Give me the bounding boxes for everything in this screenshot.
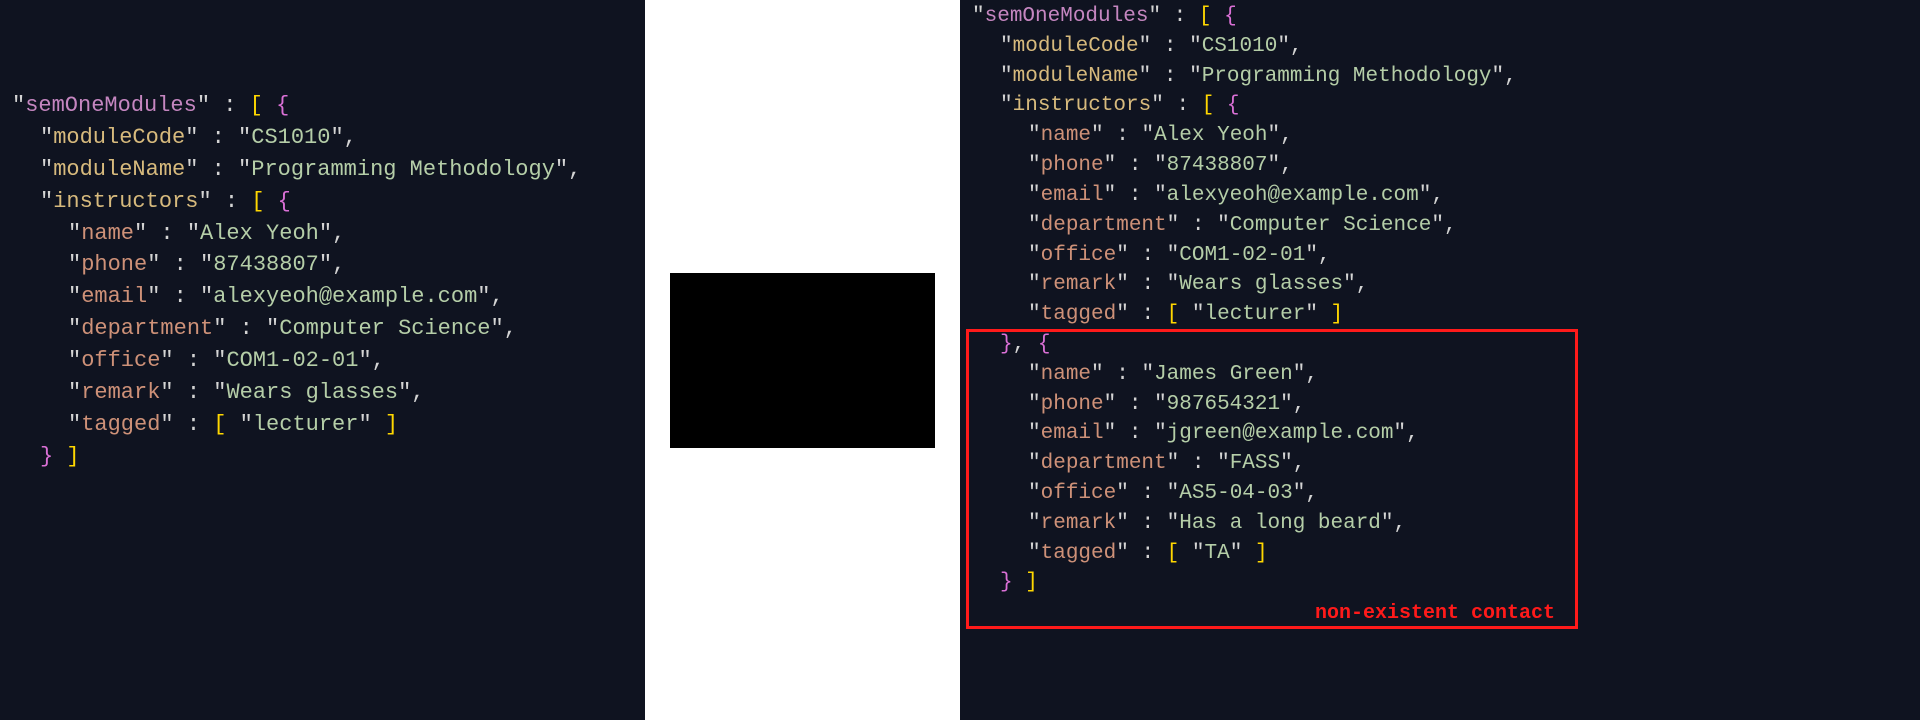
code-line: "email" : "jgreen@example.com", [972, 419, 1908, 449]
code-line: "name" : "Alex Yeoh", [12, 218, 633, 250]
code-line: "semOneModules" : [ { [972, 2, 1908, 32]
code-panel-left: "semOneModules" : [ { "moduleCode" : "CS… [0, 0, 645, 720]
code-line: "office" : "COM1-02-01", [12, 345, 633, 377]
code-line: "moduleName" : "Programming Methodology"… [12, 154, 633, 186]
center-gap [645, 0, 960, 720]
code-line: } ] [972, 568, 1908, 598]
code-line: } ] [12, 441, 633, 473]
code-line: "remark" : "Wears glasses", [12, 377, 633, 409]
key-semOneModules: semOneModules [985, 5, 1149, 28]
code-line: "phone" : "987654321", [972, 390, 1908, 420]
code-line: "office" : "AS5-04-03", [972, 479, 1908, 509]
code-line: "office" : "COM1-02-01", [972, 241, 1908, 271]
code-line: "name" : "James Green", [972, 360, 1908, 390]
key-semOneModules: semOneModules [25, 93, 197, 118]
code-line: "instructors" : [ { [972, 91, 1908, 121]
code-line: "phone" : "87438807", [972, 151, 1908, 181]
code-line: "phone" : "87438807", [12, 249, 633, 281]
code-line: "instructors" : [ { [12, 186, 633, 218]
code-line: "department" : "FASS", [972, 449, 1908, 479]
code-panel-right: "semOneModules" : [ { "moduleCode" : "CS… [960, 0, 1920, 720]
code-line: "tagged" : [ "lecturer" ] [12, 409, 633, 441]
code-line: "tagged" : [ "lecturer" ] [972, 300, 1908, 330]
code-line: "department" : "Computer Science", [972, 211, 1908, 241]
annotation-label: non-existent contact [1315, 600, 1555, 628]
code-line: "moduleCode" : "CS1010", [972, 32, 1908, 62]
code-line: "semOneModules" : [ { [12, 90, 633, 122]
code-line: "remark" : "Has a long beard", [972, 509, 1908, 539]
code-line: "remark" : "Wears glasses", [972, 270, 1908, 300]
code-line: "moduleName" : "Programming Methodology"… [972, 62, 1908, 92]
code-line: "name" : "Alex Yeoh", [972, 121, 1908, 151]
code-line: }, { [972, 330, 1908, 360]
code-line: "department" : "Computer Science", [12, 313, 633, 345]
code-line: "moduleCode" : "CS1010", [12, 122, 633, 154]
redacted-block [670, 273, 935, 448]
code-line: "email" : "alexyeoh@example.com", [12, 281, 633, 313]
code-line: "tagged" : [ "TA" ] [972, 539, 1908, 569]
code-line: "email" : "alexyeoh@example.com", [972, 181, 1908, 211]
